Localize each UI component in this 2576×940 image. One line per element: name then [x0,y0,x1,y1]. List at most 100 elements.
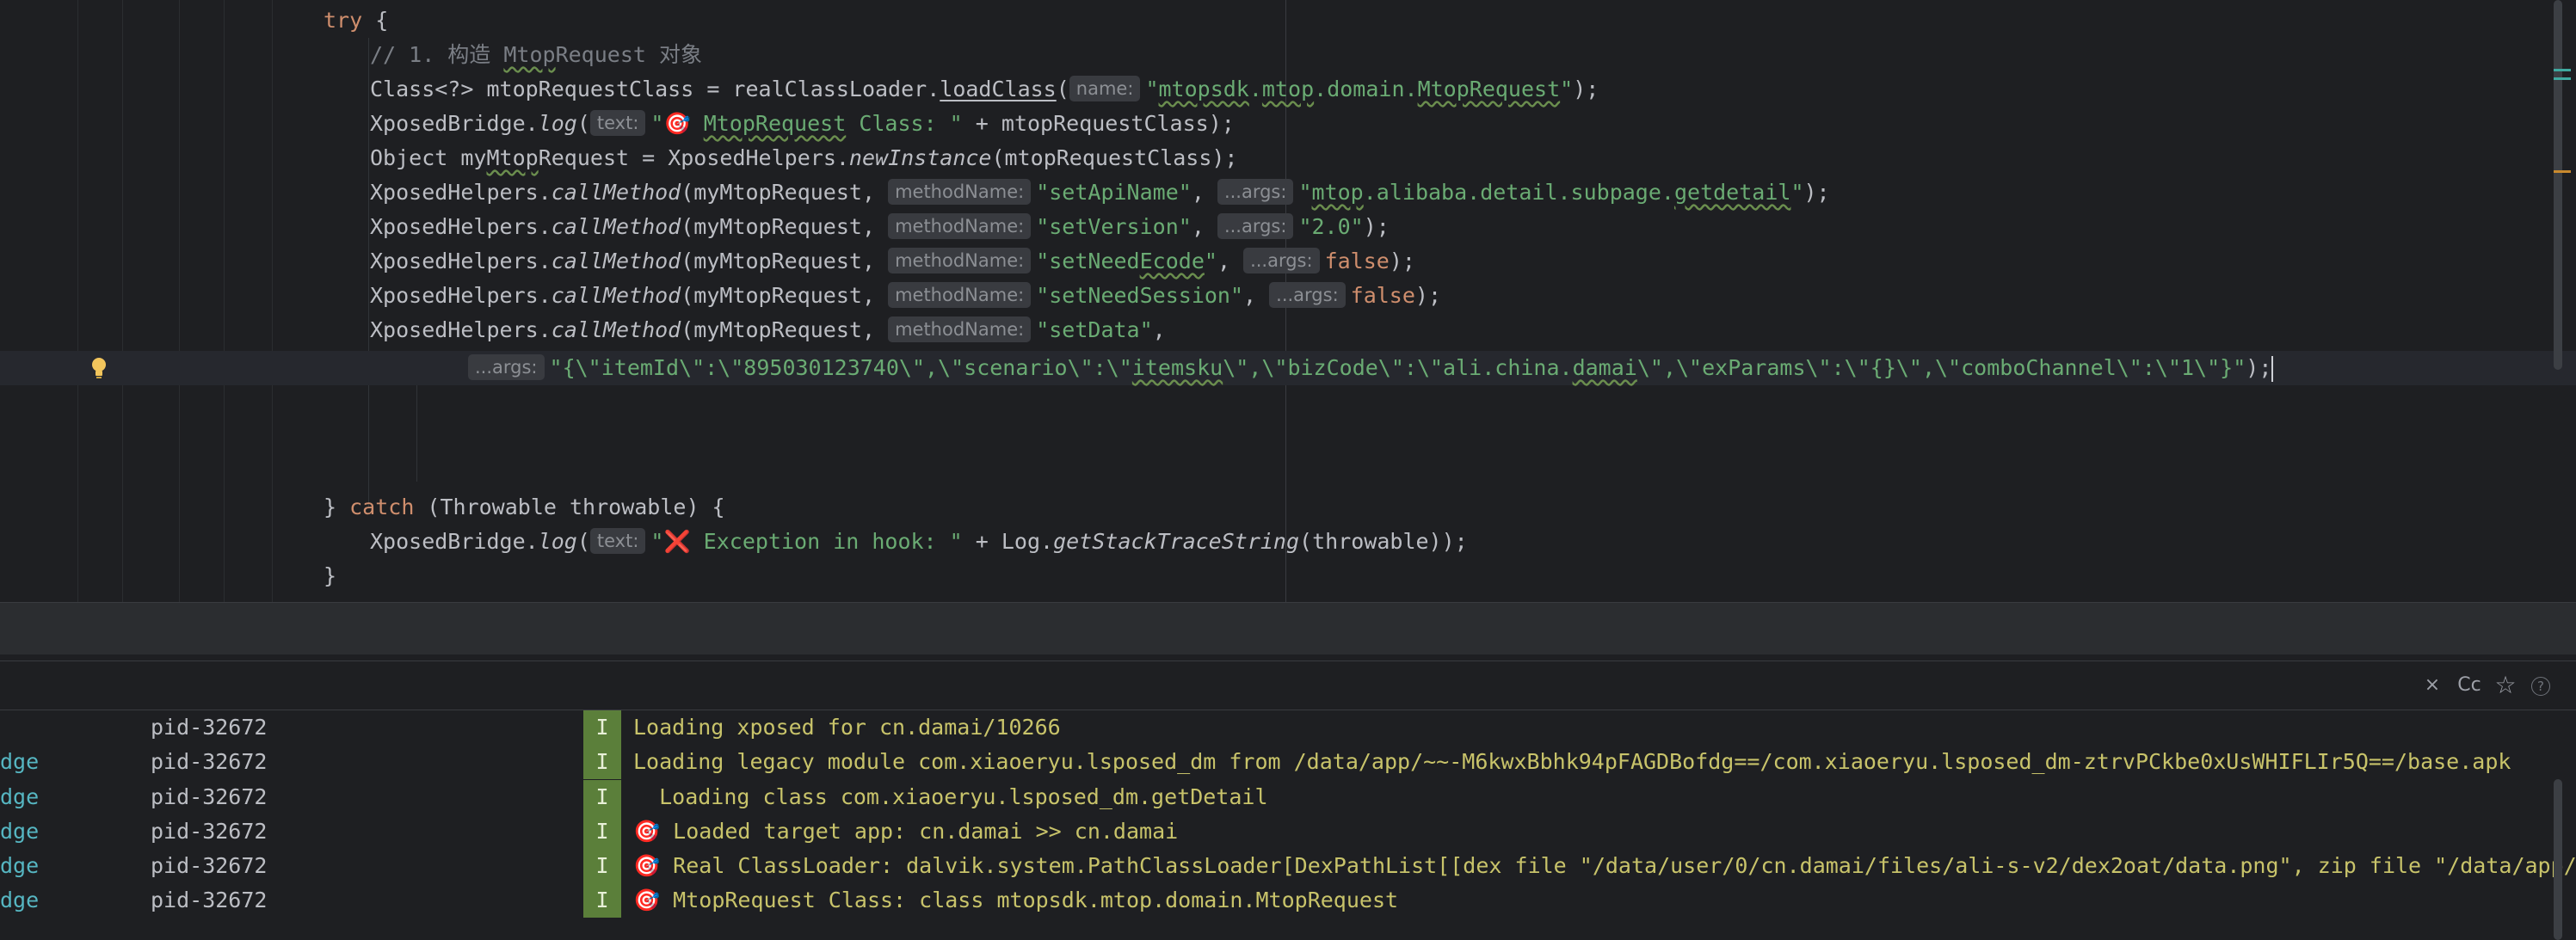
code-token: , [1243,283,1270,308]
code-token: " [1560,77,1574,101]
code-token: ); [1803,180,1830,205]
log-tag: dge [0,784,40,809]
code-token: newInstance [848,145,992,170]
log-pid: pid-32672 [151,784,268,809]
code-token: loadClass [940,77,1057,101]
code-token: , [1191,180,1217,205]
parameter-hint: name: [1069,76,1141,101]
code-token: XposedHelpers. [370,249,552,273]
code-token: (myMtopRequest, [681,317,889,342]
log-tag: dge [0,853,40,878]
code-token: .domain. [1314,77,1418,101]
code-line-try[interactable]: try { [0,3,2576,38]
code-token: // 1. 构造 [370,42,504,67]
parameter-hint: methodName: [888,213,1032,239]
log-level-badge: I [583,780,621,814]
parameter-hint: methodName: [888,248,1032,273]
code-line-catch[interactable]: } catch (Throwable throwable) { [0,490,2576,525]
code-line-comment[interactable]: // 1. 构造 MtopRequest 对象 [0,38,2576,72]
lightbulb-icon[interactable] [89,356,108,380]
code-token: " [1298,180,1312,205]
code-text: // 1. 构造 MtopRequest 对象 [370,38,702,72]
code-token: " [650,111,664,136]
code-line-setneedsession[interactable]: XposedHelpers.callMethod(myMtopRequest, … [0,279,2576,313]
code-line-setdata[interactable]: XposedHelpers.callMethod(myMtopRequest, … [0,313,2576,347]
code-text: XposedBridge.log(text: "❌ Exception in ho… [370,525,1468,559]
code-token: (myMtopRequest, [681,180,889,205]
code-token: ); [1363,214,1390,239]
editor-scrollbar[interactable] [2554,0,2562,370]
log-row[interactable]: pid-32672 I Loading xposed for cn.damai/10… [0,710,2576,745]
code-token: "2.0" [1298,214,1364,239]
code-token: ); [1573,77,1599,101]
code-token: try [324,8,363,33]
change-marker [2554,77,2571,80]
parameter-hint: ...args: [1217,213,1294,239]
logcat-scrollbar[interactable] [2554,779,2562,940]
code-editor[interactable]: try {// 1. 构造 MtopRequest 对象 Class<?> mto… [0,0,2576,602]
code-token: + mtopRequestClass); [962,111,1235,136]
log-level-badge: I [583,883,621,918]
code-token: getStackTraceString [1053,529,1300,554]
code-token: damai [1572,355,1637,380]
favorite-icon[interactable]: ☆ [2490,661,2521,710]
help-icon-glyph: ? [2531,677,2550,696]
code-line-blank3[interactable] [0,454,2576,488]
code-token: ); [2246,355,2272,380]
code-token: } [324,495,350,519]
log-message: Loading legacy module com.xiaoeryu.lspos… [633,749,2511,774]
code-token: XposedHelpers. [370,317,552,342]
log-row[interactable]: dge pid-32672 I 🎯 Loaded target app: cn.dam… [0,814,2576,849]
code-token: + Log. [962,529,1054,554]
log-row[interactable]: dge pid-32672 I 🎯 MtopRequest Class: class … [0,883,2576,918]
code-token: (mtopRequestClass); [991,145,1238,170]
code-line-blank1[interactable] [0,385,2576,420]
logcat-filter-bar[interactable]: × Cc ☆ ? [0,660,2576,710]
parameter-hint: text: [589,110,646,136]
code-line-newinstance[interactable]: Object myMtopRequest = XposedHelpers.new… [0,141,2576,175]
help-icon[interactable]: ? [2528,661,2554,710]
code-token: MtopRequest [1417,77,1561,101]
code-line-log-exc[interactable]: XposedBridge.log(text: "❌ Exception in ho… [0,525,2576,559]
log-tag: dge [0,749,40,774]
code-token: .alibaba.detail.subpage. [1363,180,1674,205]
code-line-setapiname[interactable]: XposedHelpers.callMethod(myMtopRequest, … [0,175,2576,210]
code-token: 🎯 [663,111,691,136]
code-token: (myMtopRequest, [681,214,889,239]
match-case-toggle[interactable]: Cc [2452,661,2487,710]
code-token: . [1248,77,1262,101]
code-token: getdetail [1673,180,1791,205]
code-line-loadclass[interactable]: Class<?> mtopRequestClass = realClassLoa… [0,72,2576,107]
code-token: ); [1389,249,1415,273]
parameter-hint: methodName: [888,282,1032,308]
code-line-close[interactable]: } [0,559,2576,593]
code-line-blank2[interactable] [0,420,2576,454]
code-token: callMethod [551,180,681,205]
log-row[interactable]: dge pid-32672 I Loading legacy module com.x… [0,745,2576,779]
log-row[interactable]: dge pid-32672 I 🎯 Real ClassLoader: dalvik.… [0,849,2576,883]
code-token: XposedHelpers. [370,180,552,205]
code-token: itemsku [1131,355,1223,380]
code-token: mtop [1311,180,1364,205]
code-token: XposedHelpers. [370,214,552,239]
logcat-panel[interactable]: pid-32672 I Loading xposed for cn.damai/10… [0,710,2576,940]
code-line-setneedecode[interactable]: XposedHelpers.callMethod(myMtopRequest, … [0,244,2576,279]
code-token: MtopRequest [703,111,847,136]
log-message: 🎯 Real ClassLoader: dalvik.system.PathCl… [633,853,2576,878]
code-line-setversion[interactable]: XposedHelpers.callMethod(myMtopRequest, … [0,210,2576,244]
code-text: XposedHelpers.callMethod(myMtopRequest, … [370,175,1830,210]
change-marker [2554,69,2571,71]
parameter-hint: methodName: [888,316,1032,342]
code-token: false [1350,283,1415,308]
code-token: ( [1056,77,1069,101]
code-text: XposedHelpers.callMethod(myMtopRequest, … [370,279,1441,313]
code-text: Class<?> mtopRequestClass = realClassLoa… [370,72,1599,107]
clear-filter-icon[interactable]: × [2419,661,2445,710]
code-token: Class: " [846,111,963,136]
code-line-log1[interactable]: XposedBridge.log(text: "🎯 MtopRequest Cla… [0,107,2576,141]
code-text: try { [324,3,388,38]
code-token: Class<?> mtopRequestClass = realClassLoa… [370,77,940,101]
code-line-setdata-args[interactable]: ...args: "{\"itemId\":\"895030123740\",\"… [0,351,2576,385]
log-pid: pid-32672 [151,819,268,844]
log-row[interactable]: dge pid-32672 I Loading class com.xiaoeryu… [0,780,2576,814]
